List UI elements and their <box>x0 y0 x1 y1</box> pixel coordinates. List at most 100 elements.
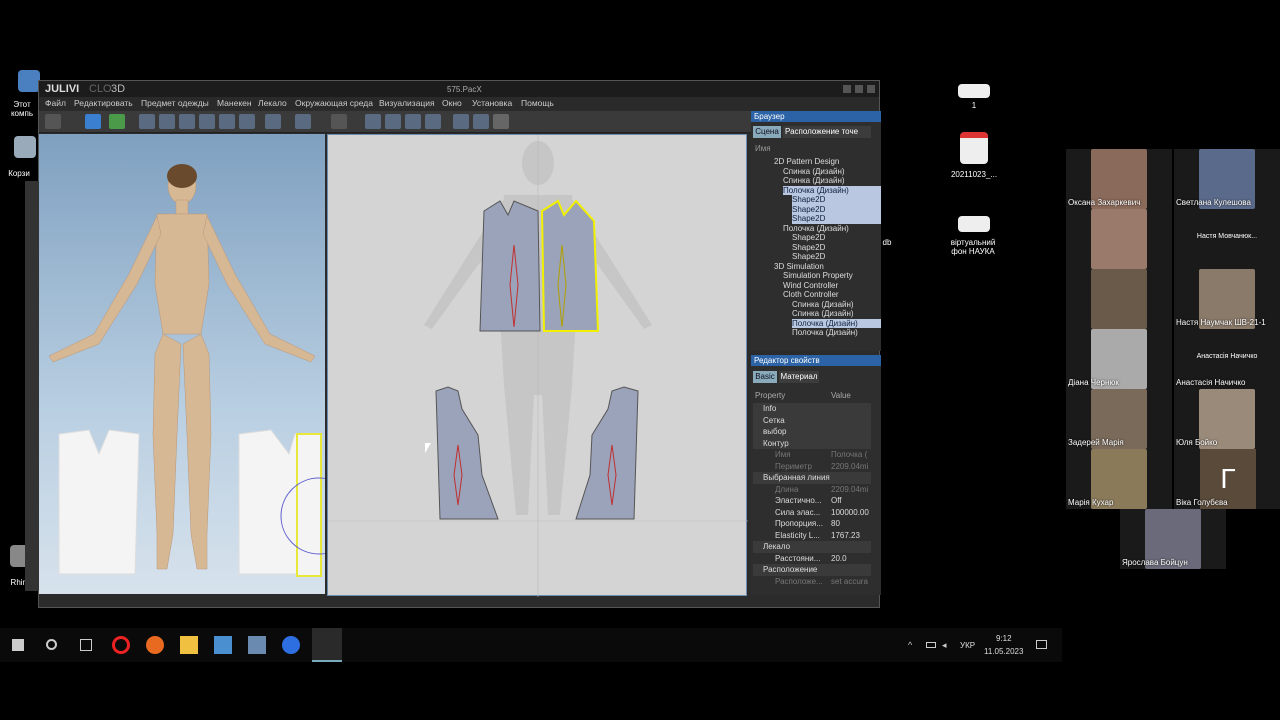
menu-help[interactable]: Помощь <box>521 98 554 108</box>
property-row[interactable]: Расположение <box>753 564 871 576</box>
property-row[interactable]: Периметр 2209.04mi <box>753 461 871 473</box>
avatar-icon[interactable] <box>109 114 125 129</box>
browser-tab-points[interactable]: Расположение точе <box>783 126 871 138</box>
menu-settings[interactable]: Установка <box>472 98 512 108</box>
image-icon[interactable] <box>958 216 990 232</box>
tack-tool-button[interactable] <box>219 114 235 129</box>
clock-time[interactable]: 9:12 <box>996 634 1012 643</box>
participant-tile[interactable]: Юля Бойко <box>1174 389 1280 449</box>
props-tab-material[interactable]: Материал <box>779 371 819 383</box>
zoom-icon[interactable] <box>282 636 300 654</box>
tree-item[interactable]: Спинка (Дизайн) <box>792 300 881 310</box>
property-row[interactable]: Elasticity L... 1767.23 <box>753 530 871 542</box>
property-row[interactable]: выбор <box>753 426 871 438</box>
select-tool-button[interactable] <box>139 114 155 129</box>
garment-icon[interactable] <box>85 114 101 129</box>
select-2d-button[interactable] <box>331 114 347 129</box>
menu-file[interactable]: Файл <box>45 98 66 108</box>
polygon-button[interactable] <box>405 114 421 129</box>
fold-tool-button[interactable] <box>179 114 195 129</box>
tree-item[interactable]: Полочка (Дизайн) <box>783 185 881 195</box>
tree-item[interactable]: Shape2D <box>792 252 881 262</box>
property-row[interactable]: Пропорция... 80 <box>753 518 871 530</box>
photos-icon[interactable] <box>214 636 232 654</box>
participant-tile[interactable]: Настя Мовчанюк... <box>1174 209 1280 269</box>
computer-icon[interactable] <box>18 70 40 92</box>
menu-garment[interactable]: Предмет одежды <box>141 98 209 108</box>
2d-pattern-window[interactable] <box>327 134 748 597</box>
task-view-icon[interactable] <box>80 639 92 651</box>
property-row[interactable]: Длина 2209.04mi <box>753 484 871 496</box>
tree-item[interactable]: Shape2D <box>792 233 881 243</box>
menu-render[interactable]: Визуализация <box>379 98 435 108</box>
participant-tile[interactable]: Г Віка Голубєва <box>1174 449 1280 509</box>
participant-tile[interactable]: Светлана Кулешова <box>1174 149 1280 209</box>
clo-taskbar-icon[interactable] <box>312 628 342 662</box>
property-row[interactable]: Контур <box>753 437 871 449</box>
tree-item[interactable]: Спинка (Дизайн) <box>792 309 881 319</box>
participant-tile[interactable]: Анастасія Начичко Анастасія Начичко <box>1174 329 1280 389</box>
menu-environment[interactable]: Окружающая среда <box>295 98 373 108</box>
tree-item[interactable]: Simulation Property <box>783 271 881 281</box>
participant-tile[interactable]: Задерей Марія <box>1066 389 1172 449</box>
clo3d-window[interactable]: JULIVI CLO 3D 575.PacX Файл Редактироват… <box>25 80 881 608</box>
property-row[interactable]: Сила элас... 100000.00 <box>753 507 871 519</box>
property-row[interactable]: Расстояни... 20.0 <box>753 553 871 565</box>
property-row[interactable]: Сетка <box>753 414 871 426</box>
tree-item[interactable]: Cloth Controller <box>783 290 881 300</box>
clock-date[interactable]: 11.05.2023 <box>984 647 1023 656</box>
explorer-icon[interactable] <box>180 636 198 654</box>
props-tab-basic[interactable]: Basic <box>753 371 777 383</box>
windows-start-icon[interactable] <box>12 639 24 651</box>
view-tool-button[interactable] <box>295 114 311 129</box>
firefox-icon[interactable] <box>146 636 164 654</box>
opera-icon[interactable] <box>112 636 130 654</box>
move-tool-button[interactable] <box>159 114 175 129</box>
tree-item[interactable]: Shape2D <box>792 195 881 205</box>
tree-item[interactable]: Спинка (Дизайн) <box>783 176 881 186</box>
menu-edit[interactable]: Редактировать <box>74 98 133 108</box>
notification-icon[interactable] <box>1036 640 1047 649</box>
tree-item[interactable]: Полочка (Дизайн) <box>792 328 881 338</box>
play-simulation-button[interactable] <box>45 114 61 129</box>
language-indicator[interactable]: УКР <box>960 641 975 650</box>
property-row[interactable]: Имя Полочка ( <box>753 449 871 461</box>
participant-tile[interactable]: Марія Кухар <box>1066 449 1172 509</box>
property-row[interactable]: Расположе... set accura <box>753 576 871 588</box>
maximize-icon[interactable] <box>855 85 863 93</box>
tree-item[interactable]: 3D Simulation <box>774 262 881 272</box>
edit-curve-button[interactable] <box>385 114 401 129</box>
property-row[interactable]: Эластично... Off <box>753 495 871 507</box>
internal-line-button[interactable] <box>453 114 469 129</box>
grid-tool-button[interactable] <box>265 114 281 129</box>
tree-item[interactable]: Shape2D <box>792 204 881 214</box>
tree-item[interactable]: Спинка (Дизайн) <box>783 167 881 177</box>
property-row[interactable]: Лекало <box>753 541 871 553</box>
participant-tile[interactable] <box>1066 209 1172 269</box>
pin-tool-button[interactable] <box>199 114 215 129</box>
measure-button[interactable] <box>493 114 509 129</box>
participant-tile[interactable]: Оксана Захаркевич <box>1066 149 1172 209</box>
tree-item[interactable]: Полочка (Дизайн) <box>783 224 881 234</box>
tree-item[interactable]: Полочка (Дизайн) <box>792 318 881 328</box>
minimize-icon[interactable] <box>843 85 851 93</box>
browser-tab-scene[interactable]: Сцена <box>753 126 781 138</box>
property-row[interactable]: Info <box>753 403 871 415</box>
close-icon[interactable] <box>867 85 875 93</box>
tree-item[interactable]: Wind Controller <box>783 281 881 291</box>
participant-tile[interactable]: Настя Наумчак ШВ-21-1 <box>1174 269 1280 329</box>
tree-item[interactable]: Shape2D <box>792 214 881 224</box>
property-row[interactable]: Выбранная линия <box>753 472 871 484</box>
rectangle-button[interactable] <box>425 114 441 129</box>
file-icon[interactable] <box>958 84 990 98</box>
menu-pattern[interactable]: Лекало <box>258 98 287 108</box>
app-icon[interactable] <box>248 636 266 654</box>
participant-tile[interactable]: Діана Чернюк <box>1066 329 1172 389</box>
battery-icon[interactable] <box>926 642 936 648</box>
box-tool-button[interactable] <box>239 114 255 129</box>
recycle-bin-icon[interactable] <box>14 136 36 158</box>
3d-viewport[interactable] <box>39 134 358 594</box>
menu-window[interactable]: Окно <box>442 98 462 108</box>
title-bar[interactable]: JULIVI CLO 3D 575.PacX <box>39 81 879 97</box>
edit-point-button[interactable] <box>365 114 381 129</box>
